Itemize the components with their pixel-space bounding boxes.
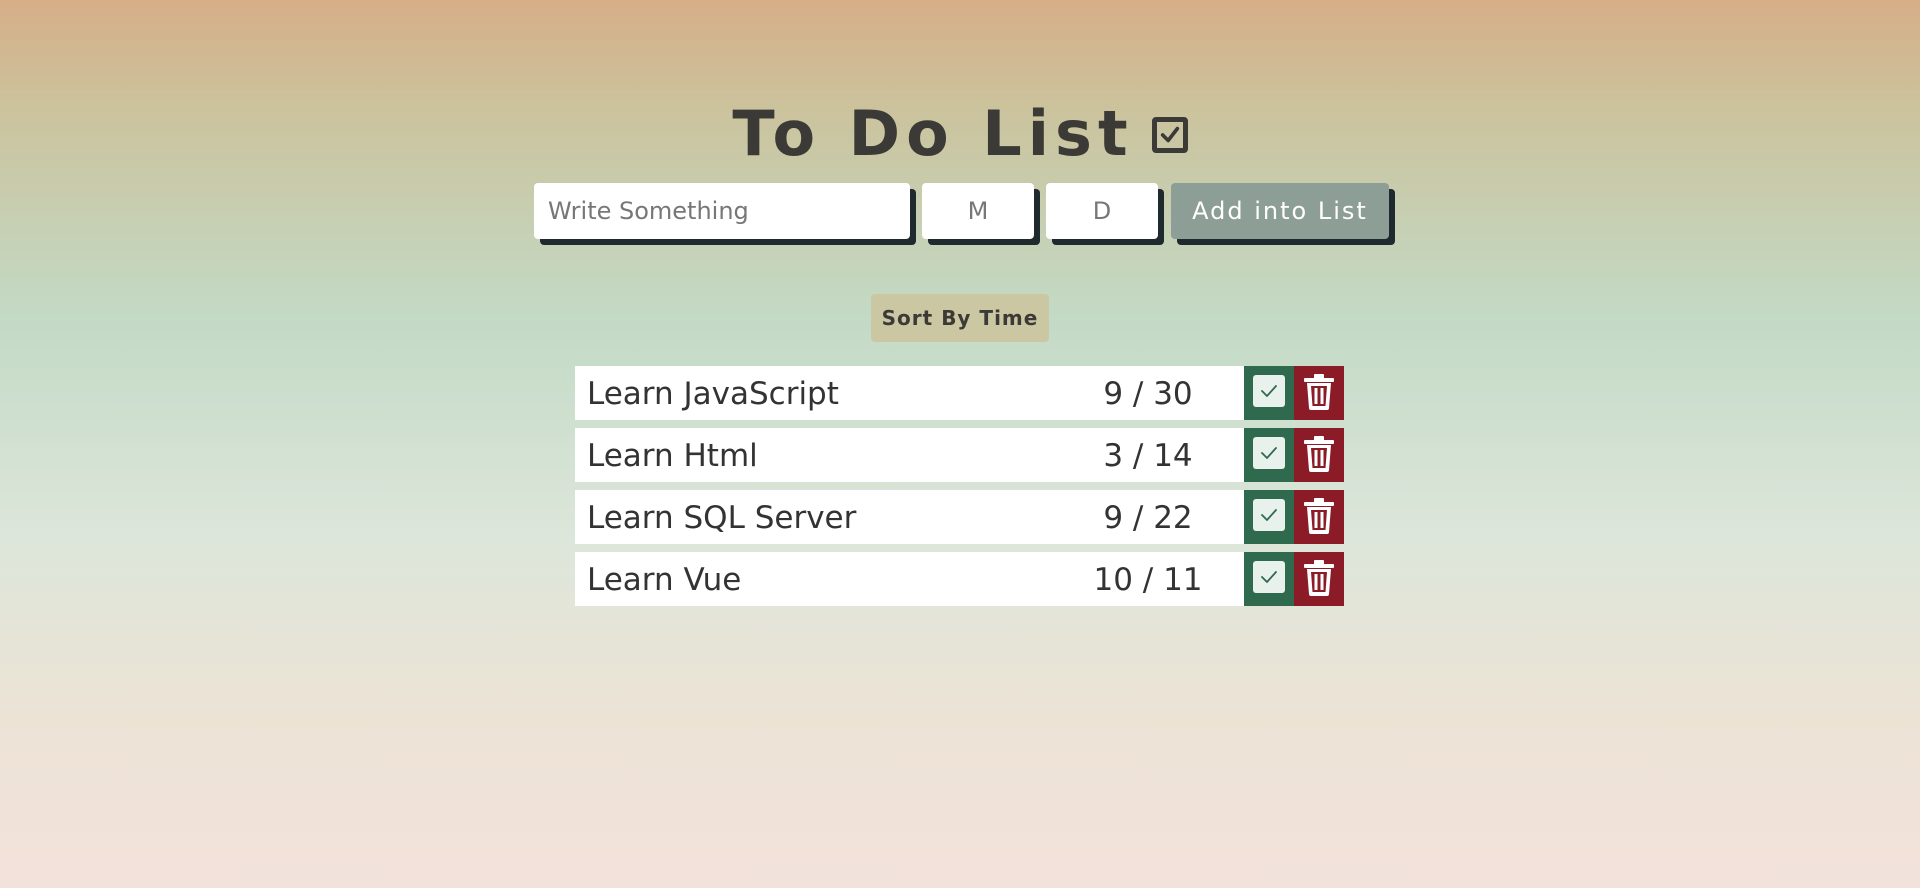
todo-text: Learn JavaScript <box>587 376 839 412</box>
trash-icon <box>1304 436 1334 472</box>
page-title: To Do List <box>0 94 1920 174</box>
complete-button[interactable] <box>1244 428 1294 482</box>
trash-icon <box>1304 374 1334 410</box>
check-icon <box>1253 499 1285 531</box>
todo-text: Learn SQL Server <box>587 500 857 536</box>
todo-date: 9 / 30 <box>1103 376 1193 412</box>
todo-date: 10 / 11 <box>1093 562 1203 598</box>
todo-body: Learn SQL Server 9 / 22 <box>575 490 1244 544</box>
sort-by-time-button[interactable]: Sort By Time <box>871 294 1049 342</box>
todo-body: Learn Vue 10 / 11 <box>575 552 1244 606</box>
check-icon <box>1253 437 1285 469</box>
complete-button[interactable] <box>1244 366 1294 420</box>
trash-icon <box>1304 498 1334 534</box>
todo-date: 3 / 14 <box>1103 438 1193 474</box>
day-input[interactable] <box>1046 183 1158 239</box>
todo-item: Learn Vue 10 / 11 <box>575 552 1345 606</box>
todo-body: Learn JavaScript 9 / 30 <box>575 366 1244 420</box>
add-into-list-button[interactable]: Add into List <box>1171 183 1389 239</box>
page-title-text: To Do List <box>732 96 1134 170</box>
todo-list: Learn JavaScript 9 / 30 Learn Html 3 / 1… <box>575 366 1345 614</box>
todo-text: Learn Html <box>587 438 758 474</box>
todo-app: To Do List Add into List Sort By Time Le… <box>0 0 1920 888</box>
todo-text: Learn Vue <box>587 562 742 598</box>
delete-button[interactable] <box>1294 490 1344 544</box>
month-input[interactable] <box>922 183 1034 239</box>
todo-body: Learn Html 3 / 14 <box>575 428 1244 482</box>
checked-box-icon <box>1151 116 1188 153</box>
delete-button[interactable] <box>1294 366 1344 420</box>
todo-item: Learn Html 3 / 14 <box>575 428 1345 482</box>
todo-date: 9 / 22 <box>1103 500 1193 536</box>
complete-button[interactable] <box>1244 552 1294 606</box>
delete-button[interactable] <box>1294 428 1344 482</box>
check-icon <box>1253 561 1285 593</box>
check-icon <box>1253 375 1285 407</box>
complete-button[interactable] <box>1244 490 1294 544</box>
todo-item: Learn JavaScript 9 / 30 <box>575 366 1345 420</box>
delete-button[interactable] <box>1294 552 1344 606</box>
trash-icon <box>1304 560 1334 596</box>
todo-text-input[interactable] <box>534 183 910 239</box>
todo-item: Learn SQL Server 9 / 22 <box>575 490 1345 544</box>
